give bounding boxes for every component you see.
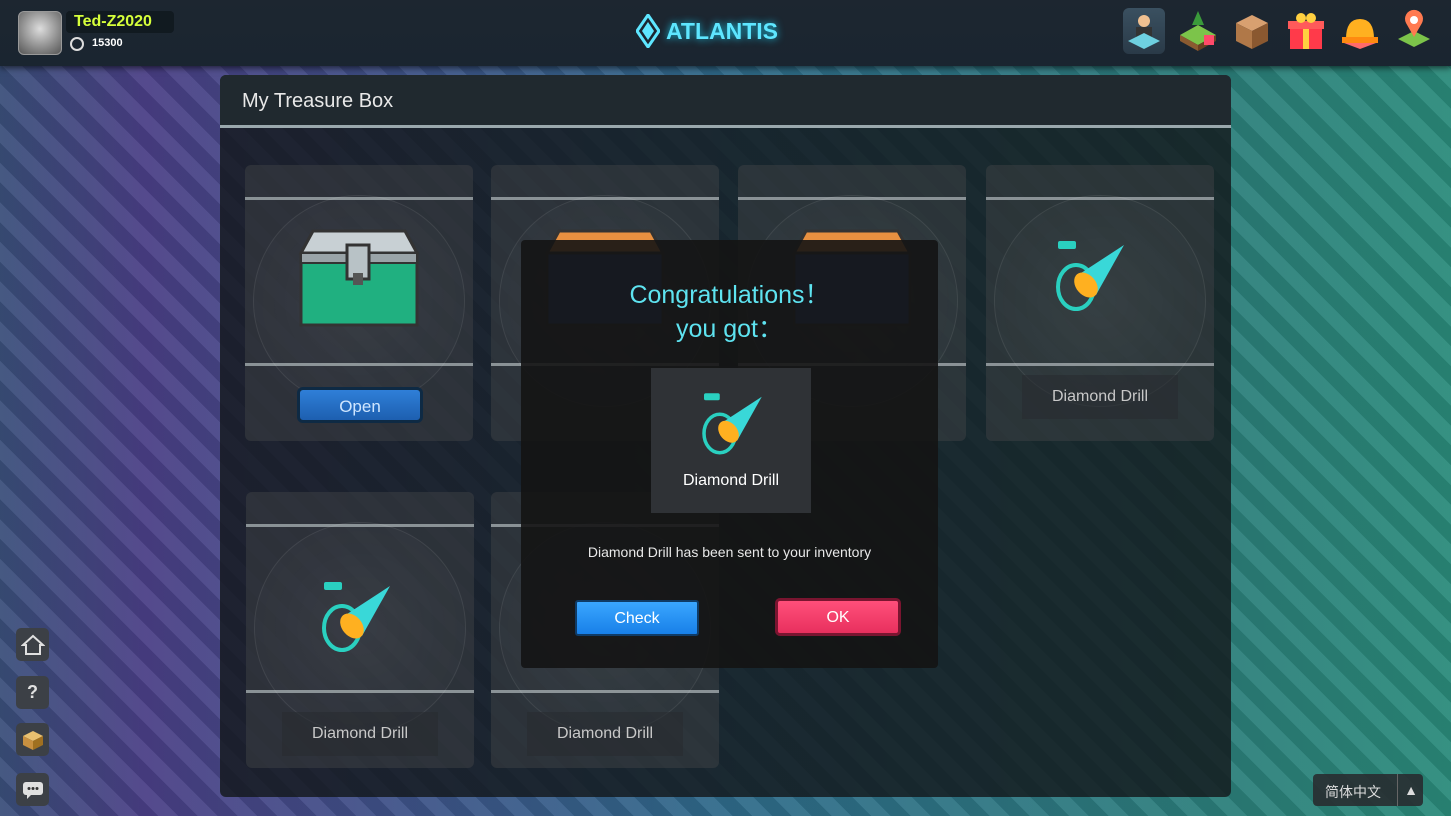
diamond-drill-icon bbox=[1056, 241, 1124, 311]
coin-balance: 15300 bbox=[92, 37, 123, 49]
prize-name: Diamond Drill bbox=[682, 472, 780, 489]
congrats-line2: you got： bbox=[675, 315, 783, 343]
chat-icon bbox=[22, 781, 43, 799]
diamond-logo-icon bbox=[636, 14, 660, 48]
help-icon: ? bbox=[27, 682, 38, 702]
player-avatar[interactable] bbox=[18, 11, 62, 55]
prize-card: Diamond Drill bbox=[651, 368, 811, 513]
map-pin-icon[interactable] bbox=[1393, 8, 1435, 54]
diamond-drill-icon bbox=[322, 582, 390, 652]
avatar-desk-icon[interactable] bbox=[1123, 8, 1165, 54]
diamond-drill-icon bbox=[702, 393, 762, 455]
reward-modal: Congratulations！ you got： Diamond Drill … bbox=[521, 240, 938, 668]
language-selector[interactable]: 简体中文 ▲ bbox=[1313, 774, 1423, 806]
home-icon bbox=[20, 634, 45, 655]
top-bar: Ted-Z2020 15300 ATLANTIS bbox=[0, 0, 1451, 66]
drill-label: Diamond Drill bbox=[527, 712, 683, 756]
language-label: 简体中文 bbox=[1325, 784, 1381, 800]
drill-label: Diamond Drill bbox=[1022, 375, 1178, 419]
home-button[interactable] bbox=[16, 628, 49, 661]
drill-label: Diamond Drill bbox=[282, 712, 438, 756]
treasure-card-drill: Diamond Drill bbox=[986, 165, 1214, 441]
check-button[interactable]: Check bbox=[575, 600, 699, 636]
warehouse-icon[interactable] bbox=[1231, 8, 1273, 54]
panel-title: My Treasure Box bbox=[242, 90, 394, 112]
treasure-card-drill: Diamond Drill bbox=[246, 492, 474, 768]
land-plot-icon[interactable] bbox=[1177, 8, 1219, 54]
chevron-up-icon[interactable]: ▲ bbox=[1397, 774, 1424, 806]
gift-icon[interactable] bbox=[1285, 8, 1327, 54]
game-logo: ATLANTIS bbox=[636, 14, 778, 48]
coin-icon bbox=[70, 37, 84, 51]
green-chest-icon bbox=[298, 229, 420, 327]
reward-message: Diamond Drill has been sent to your inve… bbox=[587, 544, 872, 560]
congrats-text: Congratulations！ you got： bbox=[521, 278, 938, 346]
chat-button[interactable] bbox=[16, 773, 49, 806]
treasure-box-button[interactable] bbox=[16, 723, 49, 756]
help-button[interactable]: ? bbox=[16, 676, 49, 709]
hardhat-icon[interactable] bbox=[1339, 8, 1381, 54]
open-button[interactable]: Open bbox=[297, 387, 423, 423]
ok-button[interactable]: OK bbox=[775, 598, 901, 636]
congrats-line1: Congratulations！ bbox=[629, 281, 830, 309]
treasure-box-icon bbox=[22, 730, 43, 750]
treasure-card-chest: Open bbox=[245, 165, 473, 441]
game-title: ATLANTIS bbox=[666, 17, 779, 44]
username: Ted-Z2020 bbox=[66, 11, 174, 33]
